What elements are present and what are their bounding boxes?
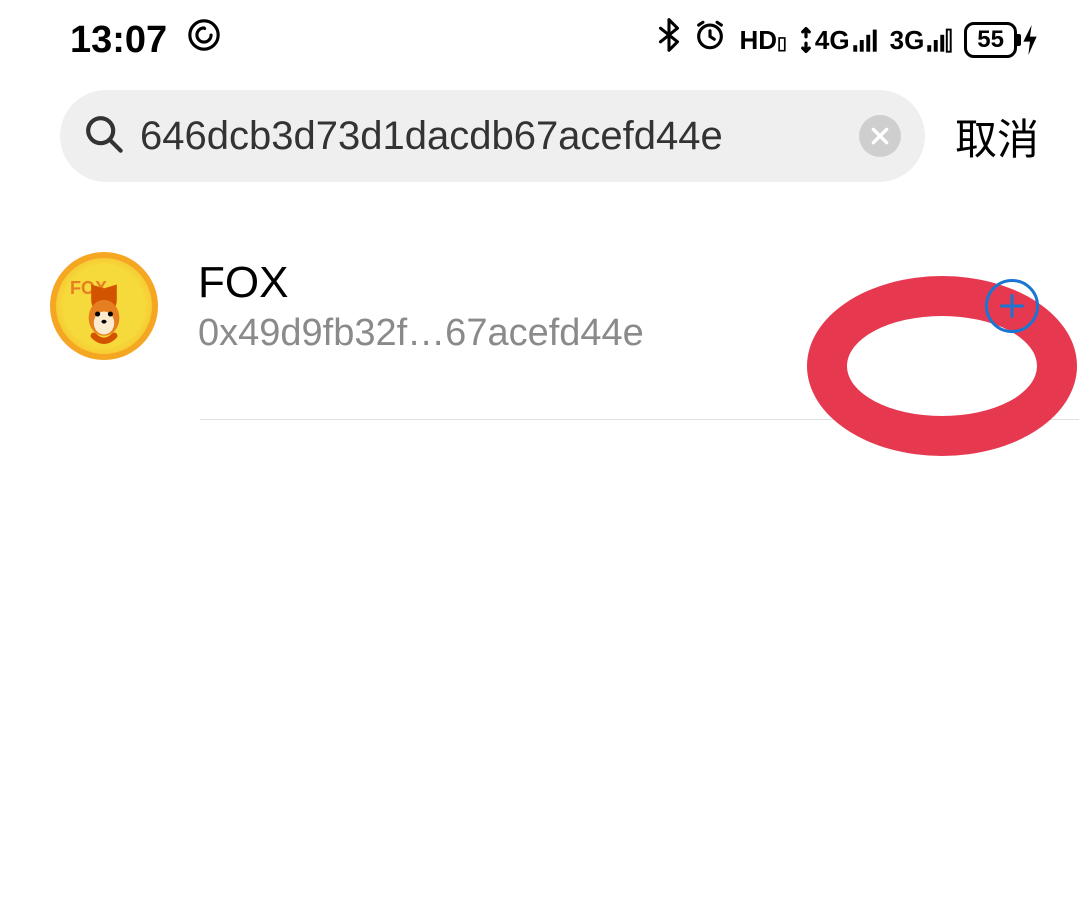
status-right: HD ▯ 4G 3G 55 xyxy=(657,18,1039,62)
search-box[interactable] xyxy=(60,90,925,182)
clear-search-button[interactable] xyxy=(859,115,901,157)
cancel-button[interactable]: 取消 xyxy=(955,106,1039,167)
status-bar: 13:07 HD ▯ xyxy=(0,0,1079,80)
add-token-button[interactable] xyxy=(985,279,1039,333)
hd-indicator: HD ▯ xyxy=(739,25,786,56)
network-3g: 3G xyxy=(890,25,953,56)
search-row: 取消 xyxy=(0,80,1079,192)
token-name: FOX xyxy=(198,258,985,308)
status-left: 13:07 xyxy=(70,18,221,62)
token-icon: FOX xyxy=(50,252,158,360)
battery-indicator: 55 xyxy=(964,22,1039,58)
battery-level: 55 xyxy=(964,22,1017,58)
token-info: FOX 0x49d9fb32f…67acefd44e xyxy=(198,258,985,355)
network-4g: 4G xyxy=(799,25,878,56)
status-time: 13:07 xyxy=(70,19,167,62)
charging-icon xyxy=(1021,25,1039,55)
bluetooth-icon xyxy=(657,18,681,62)
search-input[interactable] xyxy=(140,114,843,159)
plus-icon xyxy=(997,291,1027,321)
divider xyxy=(200,419,1079,420)
alarm-icon xyxy=(693,18,727,62)
token-address: 0x49d9fb32f…67acefd44e xyxy=(198,312,985,355)
search-result-row[interactable]: FOX FOX 0x49d9fb32f…67acefd44e xyxy=(0,192,1079,390)
search-icon xyxy=(84,114,124,159)
music-icon xyxy=(187,18,221,62)
